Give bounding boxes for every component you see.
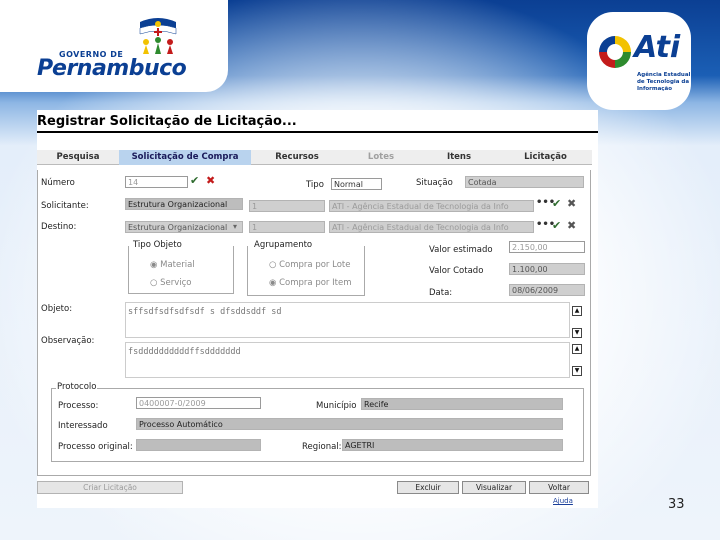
objeto-scroll-down-icon[interactable]: ▼: [572, 328, 582, 338]
excluir-button[interactable]: Excluir: [397, 481, 459, 494]
situacao-label: Situação: [416, 178, 453, 188]
radio-servico-label: Serviço: [160, 278, 192, 288]
destino-select-value: Estrutura Organizacional: [128, 223, 228, 232]
data-field: 08/06/2009: [509, 284, 585, 296]
visualizar-button[interactable]: Visualizar: [462, 481, 526, 494]
title-divider: [37, 131, 598, 133]
tab-recursos[interactable]: Recursos: [251, 150, 343, 165]
municipio-label: Município: [316, 401, 357, 411]
agrupamento-group: [247, 246, 365, 296]
numero-input[interactable]: 14: [125, 176, 188, 188]
tab-pesquisa[interactable]: Pesquisa: [37, 150, 119, 165]
numero-label: Número: [41, 178, 75, 188]
radio-material-label: Material: [160, 260, 195, 270]
radio-material[interactable]: ◉ Material: [150, 260, 195, 270]
protocolo-title: Protocolo: [56, 382, 98, 392]
destino-select[interactable]: Estrutura Organizacional: [125, 221, 243, 233]
radio-servico[interactable]: ○ Serviço: [150, 278, 192, 288]
solicitante-org-field: ATI - Agência Estadual de Tecnologia da …: [329, 200, 534, 212]
objeto-label: Objeto:: [41, 304, 73, 314]
criar-licitacao-button: Criar Licitação: [37, 481, 183, 494]
destino-chevron-down-icon[interactable]: ▾: [233, 221, 237, 233]
processo-original-label: Processo original:: [58, 442, 133, 452]
solicitante-type-field: Estrutura Organizacional: [125, 198, 243, 210]
tipo-objeto-title: Tipo Objeto: [132, 240, 183, 250]
pernambuco-emblem-icon: [139, 18, 177, 54]
clear-x-icon[interactable]: ✖: [206, 175, 215, 187]
regional-label: Regional:: [302, 442, 342, 452]
objeto-textarea[interactable]: sffsdfsdfsdfsdf s dfsddsddf sd: [125, 302, 570, 338]
ati-logo-icon: [599, 36, 631, 68]
ati-subtitle-text: Agência Estadual de Tecnologia da Inform…: [637, 72, 691, 92]
regional-field: AGETRI: [342, 439, 563, 451]
valor-estimado-field: 2.150,00: [509, 241, 585, 253]
processo-label: Processo:: [58, 401, 99, 411]
interessado-field: Processo Automático: [136, 418, 563, 430]
solicitante-code-field: 1: [249, 200, 325, 212]
municipio-field: Recife: [361, 398, 563, 410]
solicitante-clear-icon[interactable]: ✖: [567, 198, 576, 210]
voltar-button[interactable]: Voltar: [529, 481, 589, 494]
tipo-field: Normal: [331, 178, 382, 190]
radio-compra-por-item-label: Compra por Item: [279, 278, 352, 288]
destino-org-field: ATI - Agência Estadual de Tecnologia da …: [329, 221, 534, 233]
tab-solicitacao-de-compra[interactable]: Solicitação de Compra: [119, 150, 251, 165]
valor-estimado-label: Valor estimado: [429, 245, 493, 255]
data-label: Data:: [429, 288, 453, 298]
ajuda-link[interactable]: Ajuda: [553, 497, 573, 505]
ati-name-text: Ati: [634, 30, 681, 65]
solicitante-label: Solicitante:: [41, 201, 89, 211]
observacao-scroll-up-icon[interactable]: ▲: [572, 344, 582, 354]
destino-clear-icon[interactable]: ✖: [567, 220, 576, 232]
solicitante-confirm-icon[interactable]: ✔: [552, 198, 561, 210]
observacao-label: Observação:: [41, 336, 95, 346]
gov-name-text: Pernambuco: [37, 56, 187, 81]
processo-original-field: [136, 439, 261, 451]
situacao-field: Cotada: [465, 176, 584, 188]
radio-compra-por-item[interactable]: ◉ Compra por Item: [269, 278, 351, 288]
destino-confirm-icon[interactable]: ✔: [552, 220, 561, 232]
observacao-textarea[interactable]: fsddddddddddffsddddddd: [125, 342, 570, 378]
radio-compra-por-lote[interactable]: ○ Compra por Lote: [269, 260, 350, 270]
slide-page-number: 33: [668, 497, 685, 512]
confirm-check-icon[interactable]: ✔: [190, 175, 199, 187]
tab-licitacao[interactable]: Licitação: [499, 150, 592, 165]
objeto-scroll-up-icon[interactable]: ▲: [572, 306, 582, 316]
interessado-label: Interessado: [58, 421, 108, 431]
tab-lotes: Lotes: [367, 152, 395, 162]
window-title: Registrar Solicitação de Licitação...: [37, 114, 297, 129]
observacao-scroll-down-icon[interactable]: ▼: [572, 366, 582, 376]
tab-itens[interactable]: Itens: [419, 150, 499, 165]
tipo-label: Tipo: [306, 180, 324, 190]
destino-label: Destino:: [41, 222, 77, 232]
tab-bar: Pesquisa Solicitação de Compra Recursos …: [37, 150, 592, 165]
destino-code-field: 1: [249, 221, 325, 233]
valor-cotado-field: 1.100,00: [509, 263, 585, 275]
agrupamento-title: Agrupamento: [253, 240, 314, 250]
valor-cotado-label: Valor Cotado: [429, 266, 484, 276]
processo-field: 0400007-0/2009: [136, 397, 261, 409]
radio-compra-por-lote-label: Compra por Lote: [279, 260, 351, 270]
